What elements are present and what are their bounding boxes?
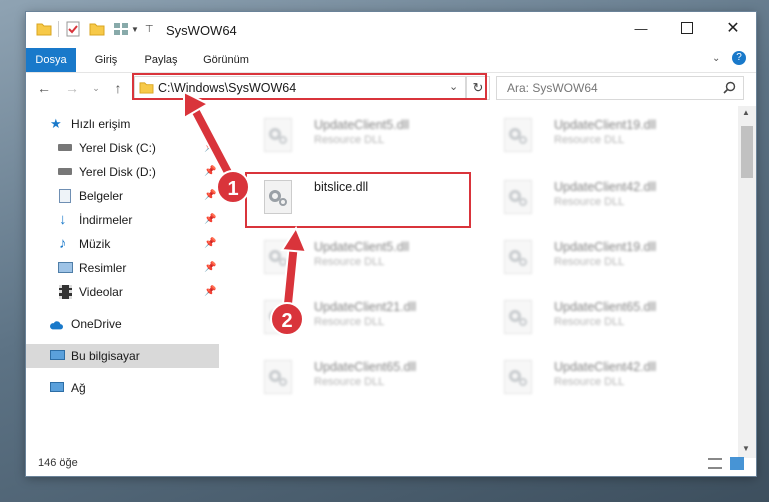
annotation-arrows bbox=[183, 90, 308, 310]
arrow-1-shaft-fill bbox=[190, 104, 236, 184]
annotation-badge-1: 1 bbox=[216, 170, 250, 204]
annotation-badge-2: 2 bbox=[270, 302, 304, 336]
arrow-2-head bbox=[280, 225, 308, 254]
